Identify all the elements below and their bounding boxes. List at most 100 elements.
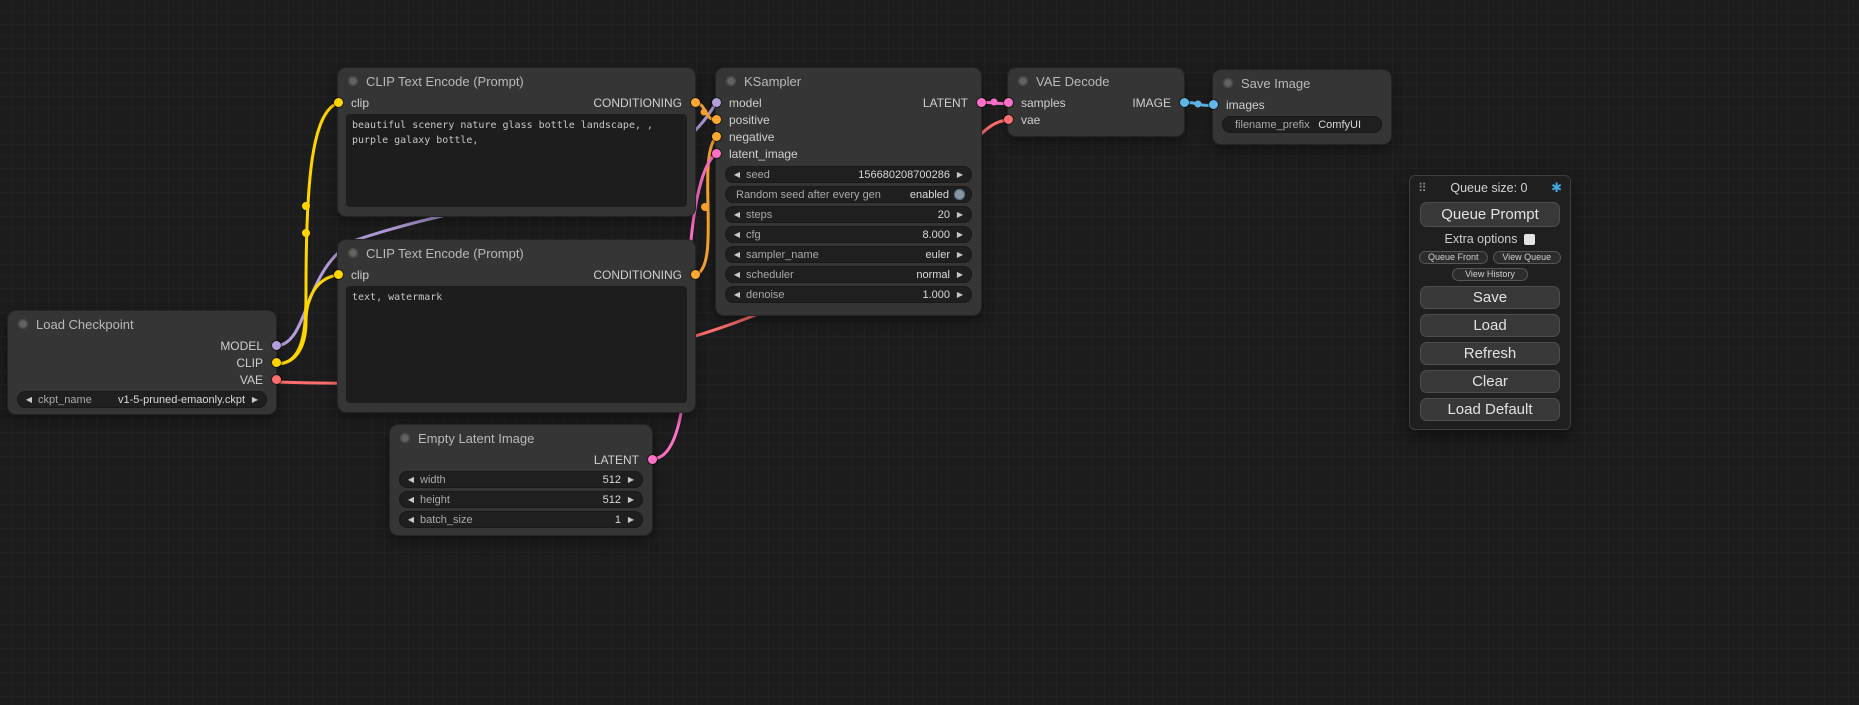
latent-output-port[interactable] (648, 455, 657, 464)
slot-images-input: images (1213, 96, 1391, 113)
save-button[interactable]: Save (1420, 286, 1560, 309)
increment-arrow-icon[interactable]: ▶ (955, 290, 965, 299)
latent-output-port[interactable] (977, 98, 986, 107)
load-default-button[interactable]: Load Default (1420, 398, 1560, 421)
link-midpoint-dot (991, 99, 998, 106)
load-button[interactable]: Load (1420, 314, 1560, 337)
height-widget[interactable]: ◀ height 512 ▶ (399, 491, 643, 508)
model-input-port[interactable] (712, 98, 721, 107)
clear-button[interactable]: Clear (1420, 370, 1560, 393)
widget-value: 156680208700286 (858, 169, 950, 181)
increment-arrow-icon[interactable]: ▶ (626, 495, 636, 504)
queue-front-button[interactable]: Queue Front (1419, 251, 1488, 264)
node-clip-text-encode-negative[interactable]: CLIP Text Encode (Prompt) clip CONDITION… (338, 240, 695, 412)
extra-options-checkbox[interactable] (1524, 234, 1535, 245)
increment-arrow-icon[interactable]: ▶ (250, 395, 260, 404)
node-ksampler[interactable]: KSampler model positive negative latent_… (716, 68, 981, 315)
decrement-arrow-icon[interactable]: ◀ (406, 475, 416, 484)
clip-input-port[interactable] (334, 270, 343, 279)
slot-label: LATENT (594, 453, 639, 467)
samples-input-port[interactable] (1004, 98, 1013, 107)
widget-value: 512 (603, 494, 621, 506)
collapse-dot-icon[interactable] (1018, 76, 1028, 86)
collapse-dot-icon[interactable] (400, 433, 410, 443)
node-save-image[interactable]: Save Image images filename_prefix ComfyU… (1213, 70, 1391, 144)
decrement-arrow-icon[interactable]: ◀ (24, 395, 34, 404)
vae-input-port[interactable] (1004, 115, 1013, 124)
collapse-dot-icon[interactable] (348, 76, 358, 86)
model-output-port[interactable] (272, 341, 281, 350)
increment-arrow-icon[interactable]: ▶ (955, 170, 965, 179)
settings-gear-icon[interactable]: ✱ (1551, 180, 1562, 196)
increment-arrow-icon[interactable]: ▶ (955, 250, 965, 259)
filename-prefix-widget[interactable]: filename_prefix ComfyUI (1222, 116, 1382, 133)
steps-widget[interactable]: ◀ steps 20 ▶ (725, 206, 972, 223)
random-seed-toggle-widget[interactable]: Random seed after every gen enabled (725, 186, 972, 203)
slot-vae-output: VAE (8, 371, 276, 388)
conditioning-output-port[interactable] (691, 98, 700, 107)
prompt-textarea[interactable]: beautiful scenery nature glass bottle la… (346, 114, 687, 207)
prompt-textarea[interactable]: text, watermark (346, 286, 687, 403)
negative-input-port[interactable] (712, 132, 721, 141)
cfg-widget[interactable]: ◀ cfg 8.000 ▶ (725, 226, 972, 243)
increment-arrow-icon[interactable]: ▶ (955, 270, 965, 279)
extra-options-label: Extra options (1445, 232, 1518, 246)
decrement-arrow-icon[interactable]: ◀ (732, 250, 742, 259)
graph-canvas[interactable]: Load Checkpoint MODEL CLIP VAE ◀ ckpt_na… (0, 0, 1859, 705)
increment-arrow-icon[interactable]: ▶ (955, 210, 965, 219)
decrement-arrow-icon[interactable]: ◀ (406, 495, 416, 504)
collapse-dot-icon[interactable] (726, 76, 736, 86)
node-title: Load Checkpoint (36, 317, 134, 332)
slots: model positive negative latent_image LAT… (716, 94, 981, 162)
node-header: CLIP Text Encode (Prompt) (338, 240, 695, 266)
collapse-dot-icon[interactable] (18, 319, 28, 329)
image-output-port[interactable] (1180, 98, 1189, 107)
conditioning-output-port[interactable] (691, 270, 700, 279)
refresh-button[interactable]: Refresh (1420, 342, 1560, 365)
slot-label: MODEL (220, 339, 263, 353)
ckpt-name-widget[interactable]: ◀ ckpt_name v1-5-pruned-emaonly.ckpt ▶ (17, 391, 267, 408)
node-load-checkpoint[interactable]: Load Checkpoint MODEL CLIP VAE ◀ ckpt_na… (8, 311, 276, 414)
node-clip-text-encode-positive[interactable]: CLIP Text Encode (Prompt) clip CONDITION… (338, 68, 695, 216)
clip-output-port[interactable] (272, 358, 281, 367)
increment-arrow-icon[interactable]: ▶ (955, 230, 965, 239)
node-header: Save Image (1213, 70, 1391, 96)
denoise-widget[interactable]: ◀ denoise 1.000 ▶ (725, 286, 972, 303)
seed-widget[interactable]: ◀ seed 156680208700286 ▶ (725, 166, 972, 183)
decrement-arrow-icon[interactable]: ◀ (732, 230, 742, 239)
width-widget[interactable]: ◀ width 512 ▶ (399, 471, 643, 488)
increment-arrow-icon[interactable]: ▶ (626, 475, 636, 484)
widget-value: euler (926, 249, 950, 261)
widget-label: denoise (746, 289, 785, 301)
collapse-dot-icon[interactable] (1223, 78, 1233, 88)
collapse-dot-icon[interactable] (348, 248, 358, 258)
queue-prompt-button[interactable]: Queue Prompt (1420, 202, 1560, 227)
drag-handle-icon[interactable]: ⠿ (1418, 181, 1427, 195)
decrement-arrow-icon[interactable]: ◀ (732, 210, 742, 219)
widget-value: ComfyUI (1318, 119, 1361, 131)
latent-image-input-port[interactable] (712, 149, 721, 158)
decrement-arrow-icon[interactable]: ◀ (406, 515, 416, 524)
decrement-arrow-icon[interactable]: ◀ (732, 290, 742, 299)
toggle-dot-icon[interactable] (954, 189, 965, 200)
slot-latent-output: LATENT (390, 451, 652, 468)
decrement-arrow-icon[interactable]: ◀ (732, 270, 742, 279)
images-input-port[interactable] (1209, 100, 1218, 109)
vae-output-port[interactable] (272, 375, 281, 384)
node-title: CLIP Text Encode (Prompt) (366, 246, 524, 261)
node-vae-decode[interactable]: VAE Decode samples IMAGE vae (1008, 68, 1184, 136)
increment-arrow-icon[interactable]: ▶ (626, 515, 636, 524)
view-history-button[interactable]: View History (1452, 268, 1528, 281)
slot-latent-output: LATENT (841, 94, 981, 111)
link-midpoint-dot (701, 203, 709, 211)
clip-input-port[interactable] (334, 98, 343, 107)
scheduler-widget[interactable]: ◀ scheduler normal ▶ (725, 266, 972, 283)
batch-size-widget[interactable]: ◀ batch_size 1 ▶ (399, 511, 643, 528)
decrement-arrow-icon[interactable]: ◀ (732, 170, 742, 179)
slot-positive-input: positive (716, 111, 981, 128)
positive-input-port[interactable] (712, 115, 721, 124)
view-queue-button[interactable]: View Queue (1493, 251, 1562, 264)
widget-label: width (420, 474, 446, 486)
node-empty-latent-image[interactable]: Empty Latent Image LATENT ◀ width 512 ▶ … (390, 425, 652, 535)
sampler-name-widget[interactable]: ◀ sampler_name euler ▶ (725, 246, 972, 263)
